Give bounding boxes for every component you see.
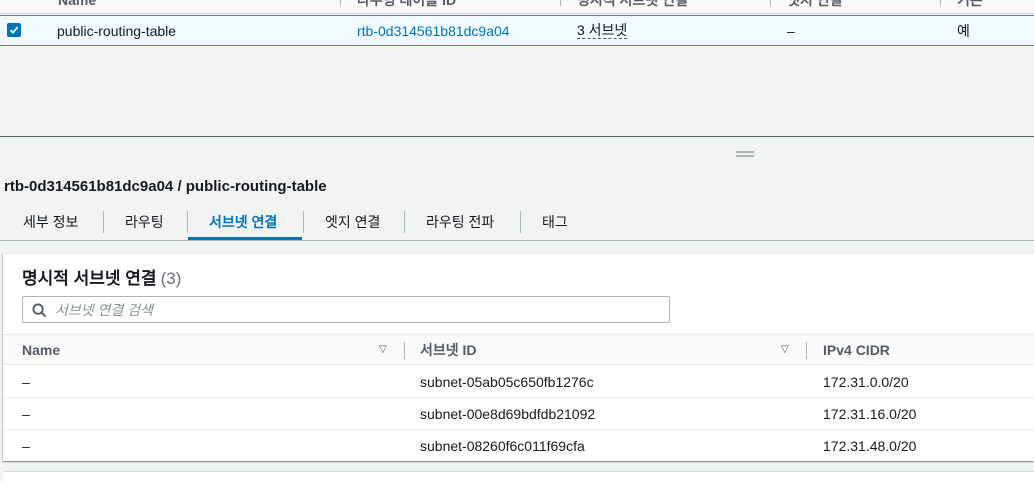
tab-details[interactable]: 세부 정보 — [23, 204, 78, 240]
search-icon — [32, 303, 47, 318]
tab-divider — [187, 211, 188, 233]
table-row: – subnet-05ab05c650fb1276c 172.31.0.0/20 — [3, 366, 1034, 398]
subnet-id-link[interactable]: subnet-08260f6c011f69cfa — [420, 430, 585, 461]
tab-tags[interactable]: 태그 — [542, 204, 568, 240]
column-divider — [340, 0, 341, 6]
column-ipv4-cidr-header[interactable]: IPv4 CIDR — [823, 335, 890, 365]
subnet-name: – — [22, 437, 30, 454]
tab-route-propagation[interactable]: 라우팅 전파 — [426, 204, 494, 240]
active-tab-indicator — [188, 237, 302, 240]
detail-title: rtb-0d314561b81dc9a04 / public-routing-t… — [4, 178, 327, 195]
panel-count: (3) — [160, 269, 182, 288]
subnet-id-link[interactable]: subnet-05ab05c650fb1276c — [420, 366, 594, 397]
sort-caret-icon[interactable]: ▽ — [379, 344, 387, 355]
explicit-subnet-associations-panel: 명시적 서브넷 연결(3) Name ▽ 서브넷 ID ▽ IPv4 CIDR … — [3, 253, 1034, 461]
panel-title: 명시적 서브넷 연결 (3) — [22, 264, 181, 289]
tab-edge-associations[interactable]: 엣지 연결 — [325, 204, 380, 240]
subnet-table-header: Name ▽ 서브넷 ID ▽ IPv4 CIDR — [3, 334, 1034, 365]
tab-divider — [520, 211, 521, 233]
column-name-header[interactable]: Name — [22, 335, 60, 365]
table-row: – subnet-00e8d69bdfdb21092 172.31.16.0/2… — [3, 398, 1034, 430]
column-divider — [404, 342, 405, 359]
header-name[interactable]: Name — [58, 0, 96, 14]
panel-title-text: 명시적 서브넷 연결 — [22, 269, 157, 288]
subnet-name: – — [22, 405, 30, 422]
header-edge[interactable]: 엣지 연결 — [787, 0, 842, 14]
header-explicit-subnet[interactable]: 명시적 서브넷 연결 — [577, 0, 688, 14]
header-route-table-id[interactable]: 라우팅 테이블 ID — [357, 0, 456, 14]
column-subnet-id-header[interactable]: 서브넷 ID — [420, 335, 477, 365]
next-panel-edge — [3, 471, 1034, 481]
sort-caret-icon[interactable]: ▽ — [781, 344, 789, 355]
column-divider — [806, 342, 807, 359]
subnet-id-link[interactable]: subnet-00e8d69bdfdb21092 — [420, 398, 595, 429]
tab-divider — [404, 211, 405, 233]
tab-routes[interactable]: 라우팅 — [125, 204, 164, 240]
column-divider — [770, 0, 771, 6]
subnet-search-field[interactable] — [22, 296, 670, 323]
tab-subnet-associations[interactable]: 서브넷 연결 — [209, 204, 277, 240]
subnet-name: – — [22, 373, 30, 390]
column-divider — [940, 0, 941, 6]
edge-association-value: – — [787, 22, 795, 39]
subnet-cidr: 172.31.48.0/20 — [823, 437, 917, 454]
column-divider — [560, 0, 561, 6]
main-value: 예 — [957, 22, 970, 39]
route-tables-list: Name ▽ 라우팅 테이블 ID 명시적 서브넷 연결 엣지 연결 기본 pu… — [0, 0, 1034, 137]
tab-divider — [303, 211, 304, 233]
route-table-id-link[interactable]: rtb-0d314561b81dc9a04 — [357, 16, 510, 45]
subnet-search-input[interactable] — [55, 300, 655, 320]
checkbox-checked-icon[interactable] — [7, 23, 21, 37]
tab-divider — [103, 211, 104, 233]
explicit-subnet-popover[interactable]: 3 서브넷 — [577, 22, 628, 39]
route-table-name: public-routing-table — [57, 22, 177, 39]
header-main[interactable]: 기본 — [957, 0, 983, 14]
route-tables-header: Name ▽ 라우팅 테이블 ID 명시적 서브넷 연결 엣지 연결 기본 — [0, 0, 1034, 14]
subnet-cidr: 172.31.16.0/20 — [823, 405, 917, 422]
drag-handle-icon[interactable] — [736, 151, 754, 157]
table-row: – subnet-08260f6c011f69cfa 172.31.48.0/2… — [3, 430, 1034, 462]
subnet-cidr: 172.31.0.0/20 — [823, 373, 909, 390]
route-table-row-selected[interactable]: public-routing-table rtb-0d314561b81dc9a… — [0, 15, 1034, 46]
detail-tabs: 세부 정보 라우팅 서브넷 연결 엣지 연결 라우팅 전파 태그 — [0, 204, 1034, 241]
